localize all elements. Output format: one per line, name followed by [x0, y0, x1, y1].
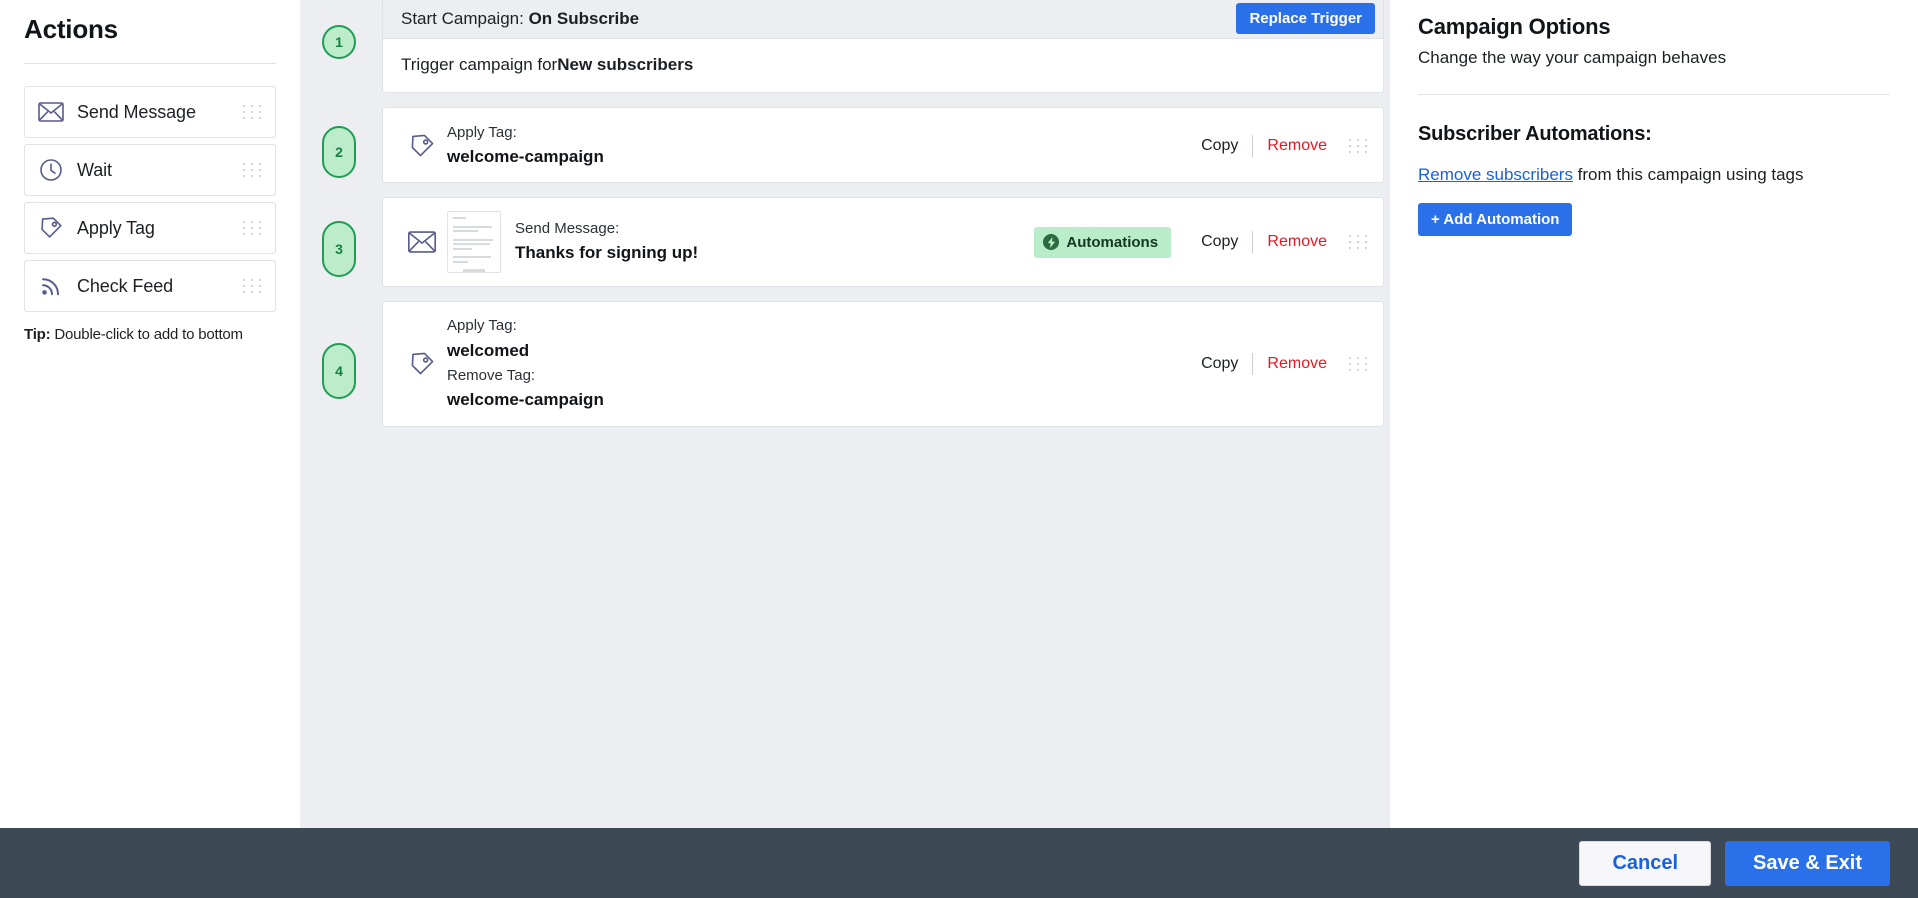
bolt-icon	[1043, 234, 1060, 250]
sidebar-title: Actions	[24, 14, 118, 44]
trigger-header-prefix: Start Campaign:	[401, 8, 529, 28]
tip-text: Double-click to add to bottom	[50, 326, 243, 343]
step-subtitle-secondary: Remove Tag:	[447, 367, 536, 384]
automations-badge-label: Automations	[1066, 233, 1159, 251]
envelope-icon	[25, 102, 77, 122]
footer-bar: Cancel Save & Exit	[0, 828, 1918, 898]
remove-subscribers-link[interactable]: Remove subscribers	[1418, 165, 1573, 184]
action-item-label: Apply Tag	[77, 217, 155, 238]
step-number-badge: 4	[322, 343, 356, 399]
sidebar-tip: Tip: Double-click to add to bottom	[24, 326, 276, 343]
step-number-badge: 2	[322, 126, 356, 178]
cancel-button[interactable]: Cancel	[1579, 840, 1712, 886]
step-card-actions: Copy Remove	[1187, 353, 1383, 375]
trigger-card[interactable]: Start Campaign: On Subscribe Replace Tri…	[382, 0, 1384, 93]
rss-icon	[25, 274, 77, 298]
drag-handle-icon[interactable]	[243, 105, 263, 119]
trigger-card-body: Trigger campaign for New subscribers	[383, 39, 1383, 91]
step-subtitle: Apply Tag:	[447, 317, 517, 335]
panel-divider	[1418, 94, 1890, 95]
send-message-card[interactable]: Send Message: Thanks for signing up! Aut…	[382, 197, 1384, 287]
trigger-body-prefix: Trigger campaign for	[401, 55, 558, 74]
trigger-card-header: Start Campaign: On Subscribe Replace Tri…	[383, 0, 1383, 39]
campaign-canvas: 1 Start Campaign: On Subscribe Replace T…	[300, 0, 1390, 828]
drag-handle-icon[interactable]	[243, 221, 263, 235]
drag-handle-icon[interactable]	[1349, 235, 1369, 249]
step-number-badge: 1	[322, 25, 356, 59]
step-card-inner: Apply Tag: welcomed Remove Tag: welcome-…	[383, 302, 1383, 426]
clock-icon	[25, 158, 77, 182]
step-title: Thanks for signing up!	[515, 243, 699, 263]
copy-button[interactable]: Copy	[1187, 355, 1252, 373]
drag-handle-icon[interactable]	[243, 279, 263, 293]
drag-handle-icon[interactable]	[1349, 138, 1369, 153]
action-item-label: Wait	[77, 159, 112, 180]
step-title-secondary: welcome-campaign	[447, 390, 604, 410]
automations-badge[interactable]: Automations	[1034, 226, 1172, 258]
action-item-label: Send Message	[77, 101, 196, 122]
step-badge-column: 2	[300, 107, 382, 183]
drag-handle-icon[interactable]	[243, 163, 263, 177]
remove-subscribers-rest: from this campaign using tags	[1572, 165, 1804, 184]
message-thumbnail[interactable]	[447, 211, 501, 273]
step-card-actions: Copy Remove	[1187, 134, 1383, 157]
step-card-inner: Apply Tag: welcome-campaign Copy Remove	[383, 108, 1383, 183]
drag-handle-icon[interactable]	[1349, 357, 1369, 371]
action-item-wait[interactable]: Wait	[24, 144, 276, 196]
step-subtitle: Apply Tag:	[447, 123, 517, 141]
step-row: 1 Start Campaign: On Subscribe Replace T…	[300, 0, 1390, 93]
step-title: welcomed	[447, 340, 530, 360]
campaign-builder-app: Actions Send Message Wait Apply Tag Chec…	[0, 0, 1918, 898]
copy-button[interactable]: Copy	[1187, 233, 1252, 251]
trigger-header-value: On Subscribe	[528, 8, 640, 28]
envelope-icon	[397, 231, 447, 253]
tag-icon	[397, 132, 447, 160]
step-row: 4 Apply Tag: welcomed Remove Tag: welcom…	[300, 287, 1390, 427]
sidebar-divider	[24, 63, 276, 64]
step-badge-column: 1	[300, 0, 382, 93]
tip-label: Tip:	[24, 326, 51, 343]
save-and-exit-button[interactable]: Save & Exit	[1725, 840, 1890, 886]
remove-subscribers-line: Remove subscribers from this campaign us…	[1418, 165, 1890, 185]
step-badge-column: 4	[300, 301, 382, 427]
campaign-options-panel: Campaign Options Change the way your cam…	[1390, 0, 1918, 828]
trigger-header-text: Start Campaign: On Subscribe	[401, 9, 639, 29]
remove-button[interactable]: Remove	[1253, 355, 1341, 373]
remove-button[interactable]: Remove	[1253, 233, 1341, 251]
step-card-actions: Automations Copy Remove	[1034, 226, 1383, 258]
step-card-texts: Send Message: Thanks for signing up!	[515, 217, 1034, 267]
apply-remove-tag-card[interactable]: Apply Tag: welcomed Remove Tag: welcome-…	[382, 301, 1384, 427]
panel-subtitle: Change the way your campaign behaves	[1418, 48, 1727, 67]
step-row: 2 Apply Tag: welcome-campaign Copy Remov…	[300, 93, 1390, 183]
action-item-send-message[interactable]: Send Message	[24, 86, 276, 138]
trigger-body-value: New subscribers	[557, 55, 694, 74]
replace-trigger-button[interactable]: Replace Trigger	[1236, 3, 1375, 34]
step-badge-column: 3	[300, 197, 382, 287]
copy-button[interactable]: Copy	[1187, 137, 1252, 155]
action-item-apply-tag[interactable]: Apply Tag	[24, 202, 276, 254]
step-card-texts: Apply Tag: welcome-campaign	[447, 121, 1187, 171]
apply-tag-card[interactable]: Apply Tag: welcome-campaign Copy Remove	[382, 107, 1384, 183]
step-row: 3 Send Message: Thanks for signing up! A…	[300, 183, 1390, 287]
step-card-texts: Apply Tag: welcomed Remove Tag: welcome-…	[447, 314, 1187, 413]
actions-sidebar: Actions Send Message Wait Apply Tag Chec…	[0, 0, 300, 828]
remove-button[interactable]: Remove	[1253, 137, 1341, 155]
step-card-inner: Send Message: Thanks for signing up! Aut…	[383, 198, 1383, 286]
step-list: 1 Start Campaign: On Subscribe Replace T…	[300, 0, 1390, 427]
tag-icon	[397, 350, 447, 378]
step-number-badge: 3	[322, 221, 356, 277]
tag-icon	[25, 215, 77, 241]
panel-title: Campaign Options	[1418, 14, 1611, 39]
add-automation-button[interactable]: + Add Automation	[1418, 203, 1573, 236]
subscriber-automations-heading: Subscriber Automations:	[1418, 123, 1652, 145]
action-item-check-feed[interactable]: Check Feed	[24, 260, 276, 312]
step-subtitle: Send Message:	[515, 220, 620, 238]
step-title: welcome-campaign	[447, 146, 604, 166]
action-list: Send Message Wait Apply Tag Check Feed	[24, 86, 276, 312]
action-item-label: Check Feed	[77, 275, 174, 296]
